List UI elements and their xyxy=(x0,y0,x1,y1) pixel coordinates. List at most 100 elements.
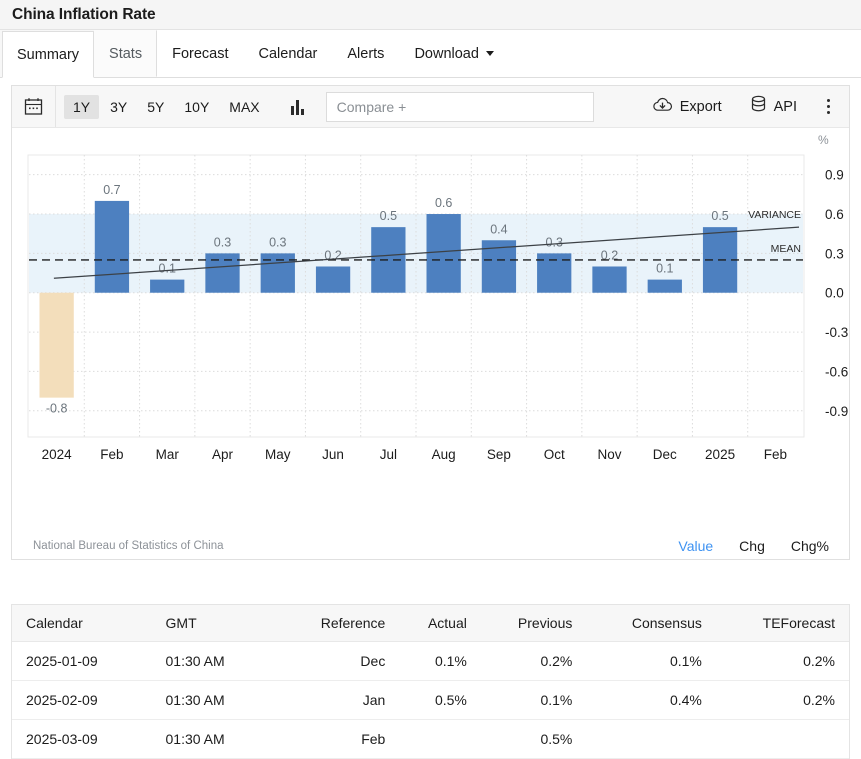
api-button[interactable]: API xyxy=(736,95,811,118)
x-tick: Feb xyxy=(764,447,787,462)
export-button[interactable]: Export xyxy=(638,97,736,117)
bar-Apr[interactable] xyxy=(205,253,239,292)
cell-teforecast: 0.2% xyxy=(716,681,849,720)
mean-label: MEAN xyxy=(771,243,801,255)
y-axis-unit-label: % xyxy=(818,133,829,147)
bar-Jun[interactable] xyxy=(316,266,350,292)
cell-reference: Feb xyxy=(278,720,399,759)
bar-Feb[interactable] xyxy=(95,201,129,293)
chart-toolbar: 1Y 3Y 5Y 10Y MAX Export xyxy=(12,86,849,128)
tab-label: Summary xyxy=(17,47,79,63)
table-row[interactable]: 2025-01-0901:30 AMDec0.1%0.2%0.1%0.2% xyxy=(12,642,849,681)
column-header-reference[interactable]: Reference xyxy=(278,605,399,642)
cell-reference: Jan xyxy=(278,681,399,720)
bar-Aug[interactable] xyxy=(427,214,461,293)
range-btn-max[interactable]: MAX xyxy=(220,95,268,119)
x-tick: Jun xyxy=(322,447,344,462)
compare-input[interactable] xyxy=(326,92,594,122)
calendar-icon[interactable] xyxy=(12,86,56,127)
bar-label: 0.3 xyxy=(269,235,286,249)
bar-Mar[interactable] xyxy=(150,280,184,293)
bar-label: 0.3 xyxy=(214,235,231,249)
column-header-calendar[interactable]: Calendar xyxy=(12,605,166,642)
tab-forecast[interactable]: Forecast xyxy=(157,30,243,77)
bar-Nov[interactable] xyxy=(592,266,626,292)
bar-label: 0.1 xyxy=(159,262,176,276)
table-header: Calendar GMT Reference Actual Previous C… xyxy=(12,605,849,642)
range-btn-10y[interactable]: 10Y xyxy=(175,95,218,119)
cell-gmt: 01:30 AM xyxy=(166,720,279,759)
tab-alerts[interactable]: Alerts xyxy=(332,30,399,77)
column-header-consensus[interactable]: Consensus xyxy=(586,605,716,642)
range-btn-5y[interactable]: 5Y xyxy=(138,95,173,119)
x-axis-tick-labels: 2024FebMarAprMayJunJulAugSepOctNovDec202… xyxy=(42,447,787,462)
toolbar-actions: Export API xyxy=(638,95,841,118)
cell-actual: 0.1% xyxy=(399,642,481,681)
tab-label: Download xyxy=(414,46,479,62)
api-label: API xyxy=(774,99,797,115)
toggle-value[interactable]: Value xyxy=(678,538,713,554)
column-header-teforecast[interactable]: TEForecast xyxy=(716,605,849,642)
kebab-menu-icon[interactable] xyxy=(811,99,841,114)
x-tick: Mar xyxy=(156,447,180,462)
tab-bar: Summary Stats Forecast Calendar Alerts D… xyxy=(0,30,861,78)
calendar-table-container: Calendar GMT Reference Actual Previous C… xyxy=(11,604,850,759)
tab-stats[interactable]: Stats xyxy=(94,30,157,77)
cell-actual: 0.5% xyxy=(399,681,481,720)
range-btn-1y[interactable]: 1Y xyxy=(64,95,99,119)
chart-card: 1Y 3Y 5Y 10Y MAX Export xyxy=(11,85,850,560)
tab-label: Forecast xyxy=(172,46,228,62)
x-tick: May xyxy=(265,447,291,462)
x-tick: Sep xyxy=(487,447,511,462)
cell-previous: 0.2% xyxy=(481,642,587,681)
source-label: National Bureau of Statistics of China xyxy=(33,540,224,552)
x-tick: 2024 xyxy=(42,447,73,462)
bar-Dec[interactable] xyxy=(648,280,682,293)
cell-previous: 0.5% xyxy=(481,720,587,759)
cell-consensus: 0.4% xyxy=(586,681,716,720)
y-tick: -0.3 xyxy=(825,325,848,340)
cell-calendar: 2025-03-09 xyxy=(12,720,166,759)
bar-2024[interactable] xyxy=(40,293,74,398)
bar-chart-icon[interactable] xyxy=(291,99,304,115)
page-title: China Inflation Rate xyxy=(12,6,156,24)
y-tick: 0.3 xyxy=(825,246,844,261)
table-row[interactable]: 2025-02-0901:30 AMJan0.5%0.1%0.4%0.2% xyxy=(12,681,849,720)
tab-summary[interactable]: Summary xyxy=(2,31,94,78)
bar-label: 0.3 xyxy=(546,235,563,249)
x-tick: 2025 xyxy=(705,447,735,462)
cell-reference: Dec xyxy=(278,642,399,681)
x-tick: Feb xyxy=(100,447,123,462)
x-tick: Oct xyxy=(544,447,565,462)
toggle-chg[interactable]: Chg xyxy=(739,538,765,554)
database-icon xyxy=(750,95,767,118)
chart-footer: National Bureau of Statistics of China V… xyxy=(12,538,849,554)
column-header-previous[interactable]: Previous xyxy=(481,605,587,642)
tab-label: Calendar xyxy=(259,46,318,62)
cell-actual xyxy=(399,720,481,759)
cell-teforecast: 0.2% xyxy=(716,642,849,681)
x-tick: Dec xyxy=(653,447,677,462)
tab-calendar[interactable]: Calendar xyxy=(244,30,333,77)
bar-label: 0.1 xyxy=(656,262,673,276)
cloud-download-icon xyxy=(652,97,673,117)
range-btn-3y[interactable]: 3Y xyxy=(101,95,136,119)
bar-label: 0.6 xyxy=(435,196,452,210)
y-tick: -0.9 xyxy=(825,404,848,419)
cell-calendar: 2025-01-09 xyxy=(12,642,166,681)
tab-label: Alerts xyxy=(347,46,384,62)
column-header-actual[interactable]: Actual xyxy=(399,605,481,642)
table-row[interactable]: 2025-03-0901:30 AMFeb 0.5% xyxy=(12,720,849,759)
bar-label: 0.5 xyxy=(711,209,728,223)
range-selector: 1Y 3Y 5Y 10Y MAX xyxy=(64,95,269,119)
cell-consensus xyxy=(586,720,716,759)
export-label: Export xyxy=(680,99,722,115)
bar-chart-svg[interactable]: % -0.80.70.10.30.30.20.50.60.40.30.20.10… xyxy=(12,128,849,528)
chevron-down-icon xyxy=(486,51,494,56)
cell-consensus: 0.1% xyxy=(586,642,716,681)
toggle-chgpct[interactable]: Chg% xyxy=(791,538,829,554)
column-header-gmt[interactable]: GMT xyxy=(166,605,279,642)
calendar-table: Calendar GMT Reference Actual Previous C… xyxy=(12,605,849,759)
bar-label: 0.4 xyxy=(490,222,507,236)
tab-download[interactable]: Download xyxy=(399,30,509,77)
